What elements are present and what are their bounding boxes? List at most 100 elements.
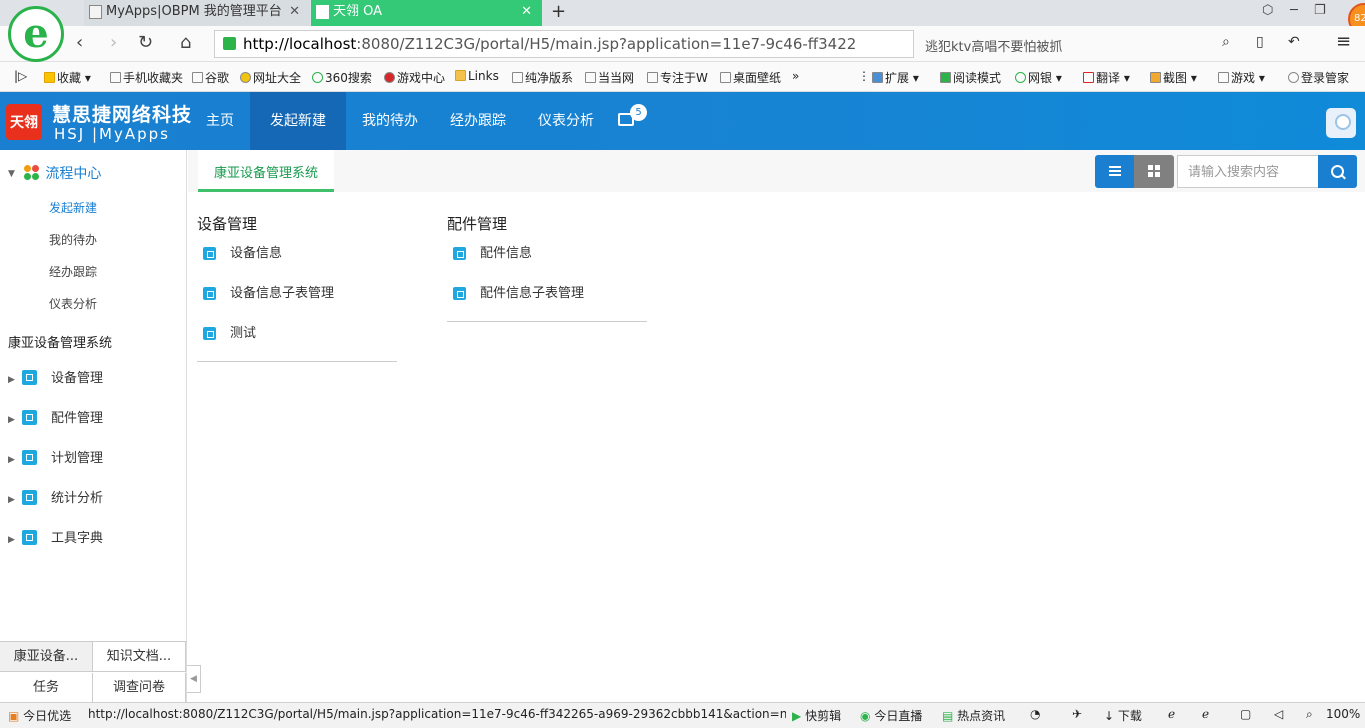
undo-icon[interactable]: ↶ — [1288, 34, 1300, 50]
group-title: 设备管理 — [197, 215, 258, 233]
link-equipment-info[interactable]: 设备信息 — [197, 247, 397, 287]
bottom-tab-knowledge[interactable]: 知识文档... — [93, 642, 186, 672]
sidebar-module-stats[interactable]: ▶ 统计分析 — [8, 487, 103, 506]
brand-name: 慧思捷网络科技 — [52, 104, 193, 126]
sidebar-module-equipment[interactable]: ▶ 设备管理 — [8, 367, 103, 386]
mute-icon[interactable]: ◁ — [1274, 707, 1283, 721]
ext-extensions[interactable]: 扩展 ▾ — [872, 69, 919, 86]
close-tab-icon[interactable]: ✕ — [289, 0, 300, 24]
url-input[interactable]: http://localhost:8080/Z112C3G/portal/H5/… — [214, 30, 914, 58]
bottom-tab-survey[interactable]: 调查问卷 — [93, 673, 186, 703]
bookmark-game-center[interactable]: 游戏中心 — [384, 69, 445, 86]
browser-tab-active[interactable]: 天翎 OA ✕ — [311, 0, 542, 26]
forward-icon[interactable]: › — [110, 32, 117, 53]
bottom-tab-tasks[interactable]: 任务 — [0, 673, 93, 703]
process-center-icon — [24, 165, 40, 181]
refresh-icon[interactable]: ↻ — [138, 32, 153, 53]
bookmarks-bar: |▷ 收藏 ▾ 手机收藏夹 谷歌 网址大全 360搜索 游戏中心 Links 纯… — [0, 62, 1365, 92]
page-favicon-icon — [316, 5, 329, 19]
avatar[interactable] — [1326, 108, 1356, 138]
ext-login-manager[interactable]: 登录管家 — [1288, 69, 1349, 86]
bookmark-pure[interactable]: 纯净版系 — [512, 69, 573, 86]
bookmark-links-folder[interactable]: Links — [455, 69, 499, 83]
module-cube-icon — [22, 450, 37, 465]
collapse-sidebar-button[interactable]: ◀ — [187, 665, 201, 693]
pin-icon[interactable]: ✈ — [1072, 707, 1082, 721]
menu-icon[interactable]: ≡ — [1336, 31, 1351, 52]
tab-system[interactable]: 康亚设备管理系统 — [198, 150, 335, 192]
bookmark-more[interactable]: » — [792, 69, 799, 83]
bottom-tab-system[interactable]: 康亚设备... — [0, 642, 93, 672]
link-parts-info[interactable]: 配件信息 — [447, 247, 647, 287]
back-icon[interactable]: ‹ — [76, 32, 83, 53]
download-button[interactable]: ↓ 下载 — [1104, 707, 1142, 724]
nav-dashboard[interactable]: 仪表分析 — [522, 92, 610, 150]
speed-icon[interactable]: ◔ — [1030, 707, 1040, 721]
nav-todo[interactable]: 我的待办 — [346, 92, 434, 150]
sidebar-module-parts[interactable]: ▶ 配件管理 — [8, 407, 103, 426]
browser-logo-icon[interactable]: e — [8, 6, 64, 62]
caret-right-icon: ▶ — [8, 535, 15, 545]
browser-tab-myapps[interactable]: MyApps|OBPM 我的管理平台 ✕ — [84, 0, 310, 26]
message-button[interactable]: 5 — [610, 92, 650, 150]
caret-right-icon: ▶ — [8, 495, 15, 505]
bookmark-mobile[interactable]: 手机收藏夹 — [110, 69, 183, 86]
bookmark-google[interactable]: 谷歌 — [192, 69, 229, 86]
sidebar-module-plan[interactable]: ▶ 计划管理 — [8, 447, 103, 466]
minimize-button[interactable]: ─ — [1290, 3, 1298, 18]
close-tab-icon[interactable]: ✕ — [521, 0, 532, 24]
browser-e-icon[interactable]: ℯ — [1202, 707, 1209, 721]
bookmark-dangdang[interactable]: 当当网 — [585, 69, 634, 86]
browser-status-bar: ▣ 今日优选 http://localhost:8080/Z112C3G/por… — [0, 702, 1365, 728]
status-url: http://localhost:8080/Z112C3G/portal/H5/… — [88, 707, 786, 721]
zoom-icon[interactable]: ⌕ — [1306, 707, 1313, 722]
today-pick[interactable]: ▣ 今日优选 — [8, 707, 71, 724]
list-view-button[interactable] — [1095, 155, 1135, 188]
sidebar-item-new[interactable]: 发起新建 — [49, 199, 97, 216]
group-parts: 配件管理 配件信息 配件信息子表管理 — [447, 213, 647, 322]
nav-home[interactable]: 主页 — [190, 92, 250, 150]
zoom-level[interactable]: 100% — [1326, 707, 1360, 721]
quick-clip[interactable]: ▶ 快剪辑 — [792, 707, 841, 724]
sidebar-item-tracking[interactable]: 经办跟踪 — [49, 263, 97, 280]
sidebar-toggle-icon[interactable]: |▷ — [14, 69, 27, 83]
module-cube-icon — [453, 287, 466, 300]
sidebar-item-todo[interactable]: 我的待办 — [49, 231, 97, 248]
divider — [447, 321, 647, 322]
system-title: 康亚设备管理系统 — [8, 336, 113, 351]
sidebar-item-dashboard[interactable]: 仪表分析 — [49, 295, 97, 312]
grid-view-button[interactable] — [1134, 155, 1174, 188]
browser-search-hint[interactable]: 逃犯ktv高唱不要怕被抓 — [925, 36, 1062, 55]
window-icon[interactable]: ▢ — [1240, 707, 1251, 721]
process-center-header[interactable]: ▼ 流程中心 — [8, 163, 101, 183]
search-icon[interactable]: ⌕ — [1222, 34, 1230, 50]
caret-right-icon: ▶ — [8, 415, 15, 425]
sidebar-module-tools[interactable]: ▶ 工具字典 — [8, 527, 103, 546]
bookmark-360-search[interactable]: 360搜索 — [312, 69, 372, 86]
skin-icon[interactable]: ⬡ — [1262, 3, 1273, 18]
nav-new[interactable]: 发起新建 — [250, 92, 346, 150]
hot-news[interactable]: ▤ 热点资讯 — [942, 707, 1005, 724]
bookmark-favorites[interactable]: 收藏 ▾ — [44, 69, 91, 86]
bookmark-focus[interactable]: 专注于W — [647, 69, 708, 86]
bookmark-site-nav[interactable]: 网址大全 — [240, 69, 301, 86]
search-input[interactable] — [1177, 155, 1318, 188]
link-equipment-sub[interactable]: 设备信息子表管理 — [197, 287, 397, 327]
phone-icon[interactable]: ▯ — [1256, 34, 1264, 50]
ext-bank[interactable]: 网银 ▾ — [1015, 69, 1062, 86]
ext-translate[interactable]: 翻译 ▾ — [1083, 69, 1130, 86]
restore-button[interactable]: ❐ — [1314, 3, 1326, 18]
today-live[interactable]: ◉ 今日直播 — [860, 707, 922, 724]
new-tab-button[interactable]: + — [551, 0, 566, 24]
ext-screenshot[interactable]: 截图 ▾ — [1150, 69, 1197, 86]
bookmark-wallpaper[interactable]: 桌面壁纸 — [720, 69, 781, 86]
search-button[interactable] — [1318, 155, 1357, 188]
nav-tracking[interactable]: 经办跟踪 — [434, 92, 522, 150]
process-center-label: 流程中心 — [45, 166, 102, 182]
home-icon[interactable]: ⌂ — [180, 32, 191, 53]
expand-caret-icon: ▼ — [8, 169, 15, 179]
ext-games[interactable]: 游戏 ▾ — [1218, 69, 1265, 86]
module-cube-icon — [203, 287, 216, 300]
ext-reading-mode[interactable]: 阅读模式 — [940, 69, 1001, 86]
ie-icon[interactable]: ℯ — [1168, 707, 1175, 721]
